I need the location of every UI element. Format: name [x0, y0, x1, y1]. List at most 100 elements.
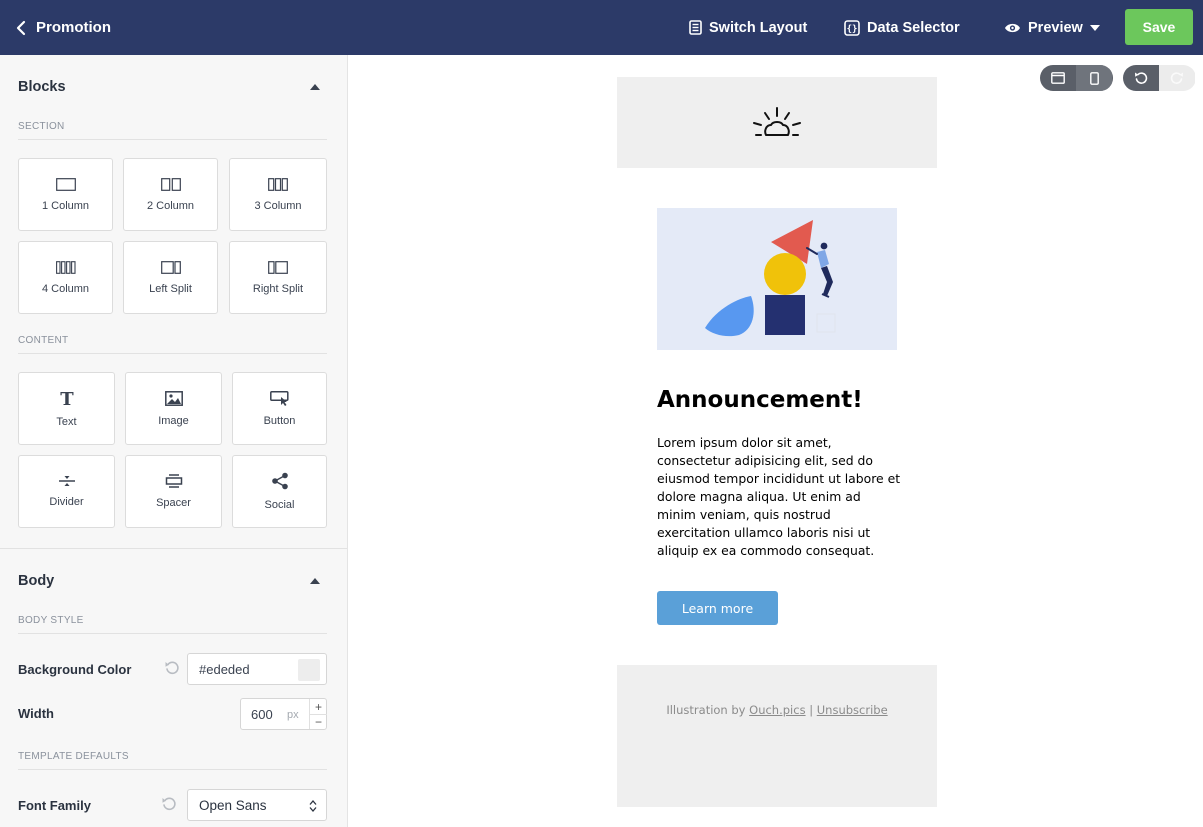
font-family-select[interactable]: Open Sans [187, 789, 327, 821]
shapes-illustration [705, 220, 836, 337]
switch-layout-button[interactable]: Switch Layout [689, 0, 807, 55]
footer-text: Illustration by Ouch.pics | Unsubscribe [617, 703, 937, 717]
block-spacer[interactable]: Spacer [125, 455, 222, 528]
switch-layout-label: Switch Layout [709, 19, 808, 36]
ouch-pics-link[interactable]: Ouch.pics [749, 703, 805, 717]
left-panel: Blocks SECTION 1 Column 2 Column 3 Colum… [0, 55, 348, 827]
chevron-left-icon [16, 20, 26, 35]
block-label: 3 Column [254, 199, 302, 212]
two-column-icon [160, 177, 181, 191]
body-title: Body [18, 573, 55, 589]
unsubscribe-link[interactable]: Unsubscribe [817, 703, 888, 717]
blocks-header[interactable]: Blocks [18, 79, 328, 95]
preview-label: Preview [1028, 19, 1083, 36]
block-label: 4 Column [41, 282, 90, 295]
block-divider[interactable]: Divider [18, 455, 115, 528]
block-label: Text [56, 415, 77, 428]
block-button[interactable]: Button [232, 372, 327, 445]
decrement-button[interactable]: − [309, 714, 327, 729]
block-image[interactable]: Image [125, 372, 222, 445]
view-toggle [1040, 65, 1113, 91]
block-label: Left Split [149, 282, 192, 295]
block-text[interactable]: T Text [18, 372, 115, 445]
panel-divider [0, 548, 347, 549]
block-left-split[interactable]: Left Split [123, 241, 218, 314]
body-header[interactable]: Body [18, 573, 328, 589]
block-label: 1 Column [41, 199, 90, 212]
block-3-column[interactable]: 3 Column [229, 158, 327, 231]
desktop-icon [1051, 72, 1065, 84]
block-label: Spacer [156, 497, 191, 509]
data-selector-label: Data Selector [867, 19, 960, 36]
block-label: Divider [49, 496, 84, 508]
caret-down-icon [1089, 24, 1100, 31]
width-unit: px [287, 709, 299, 721]
eye-icon [1005, 23, 1020, 32]
collapse-caret-icon[interactable] [310, 84, 320, 90]
background-color-input[interactable]: #ededed [187, 653, 327, 685]
save-button[interactable]: Save [1125, 9, 1193, 45]
background-color-label: Background Color [18, 662, 132, 677]
color-swatch[interactable] [298, 659, 320, 681]
text-icon: T [60, 390, 74, 407]
block-label: Social [264, 499, 295, 511]
footer-credit: Illustration by [666, 703, 746, 717]
preview-dropdown[interactable]: Preview [1004, 0, 1100, 55]
spacer-icon [165, 474, 182, 488]
font-family-value: Open Sans [199, 798, 267, 813]
increment-button[interactable]: + [309, 699, 327, 714]
left-split-icon [160, 260, 181, 274]
reset-icon[interactable] [164, 660, 180, 681]
svg-text:T: T [60, 390, 74, 407]
email-footer[interactable]: Illustration by Ouch.pics | Unsubscribe [617, 665, 937, 807]
section-heading: SECTION [18, 121, 327, 140]
font-family-label: Font Family [18, 798, 91, 813]
one-column-icon [55, 177, 76, 191]
button-icon [269, 390, 289, 406]
reset-icon[interactable] [161, 796, 177, 817]
width-value: 600 [251, 707, 273, 722]
width-stepper[interactable]: 600 px + − [240, 698, 327, 730]
share-icon [271, 472, 288, 490]
hero-illustration[interactable] [657, 208, 897, 350]
collapse-caret-icon[interactable] [310, 578, 320, 584]
sun-logo-icon [753, 107, 801, 136]
page-title: Promotion [36, 19, 111, 36]
undo-button[interactable] [1123, 65, 1159, 91]
background-color-value: #ededed [199, 662, 250, 677]
block-right-split[interactable]: Right Split [229, 241, 327, 314]
block-social[interactable]: Social [232, 455, 327, 528]
redo-button[interactable] [1159, 65, 1195, 91]
width-label: Width [18, 706, 54, 721]
mobile-icon [1089, 71, 1099, 85]
data-selector-button[interactable]: {} Data Selector [844, 0, 960, 55]
three-column-icon [268, 177, 288, 191]
right-split-icon [268, 260, 288, 274]
block-label: Right Split [252, 282, 304, 295]
body-style-heading: BODY STYLE [18, 615, 327, 634]
block-1-column[interactable]: 1 Column [18, 158, 113, 231]
back-button[interactable]: Promotion [16, 0, 111, 55]
content-heading: CONTENT [18, 335, 327, 354]
email-canvas: Announcement! Lorem ipsum dolor sit amet… [349, 55, 1203, 827]
blocks-title: Blocks [18, 79, 66, 95]
footer-separator: | [809, 703, 814, 717]
undo-icon [1135, 72, 1148, 84]
four-column-icon [55, 260, 76, 274]
block-2-column[interactable]: 2 Column [123, 158, 218, 231]
desktop-view-button[interactable] [1040, 65, 1076, 91]
email-headline[interactable]: Announcement! [657, 387, 917, 413]
history-toggle [1123, 65, 1196, 91]
learn-more-button[interactable]: Learn more [657, 591, 778, 625]
template-defaults-heading: TEMPLATE DEFAULTS [18, 751, 327, 770]
block-4-column[interactable]: 4 Column [18, 241, 113, 314]
block-label: 2 Column [146, 199, 195, 212]
email-header[interactable] [617, 77, 937, 168]
top-bar: Promotion Switch Layout {} Data Selector… [0, 0, 1203, 55]
block-label: Button [263, 414, 296, 427]
email-body-text[interactable]: Lorem ipsum dolor sit amet, consectetur … [657, 434, 901, 560]
divider-icon [58, 476, 75, 486]
redo-icon [1170, 72, 1183, 84]
mobile-view-button[interactable] [1076, 65, 1112, 91]
image-icon [164, 390, 183, 406]
